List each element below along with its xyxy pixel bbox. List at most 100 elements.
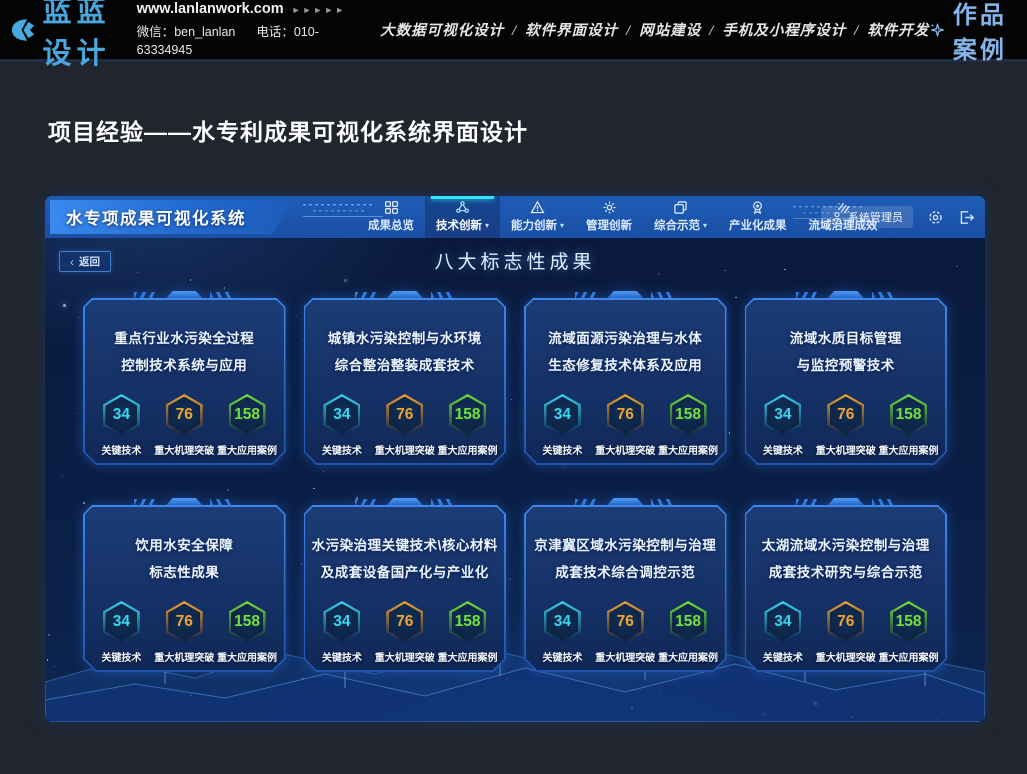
stat-value: 76 [396,406,413,424]
achievement-card[interactable]: 太湖流域水污染控制与治理成套技术研究与综合示范34关键技术76重大机理突破158… [745,505,948,672]
stat-value: 158 [234,406,260,424]
star-dot [190,279,192,281]
service-menu-item[interactable]: 软件界面设计 [525,23,618,39]
stat-label: 重大机理突破 [595,649,655,664]
page-title: 项目经验——水专利成果可视化系统界面设计 [48,113,528,147]
stat-badge: 158重大应用案例 [657,601,720,664]
stat-badge: 76 重大机理突破 [594,601,657,664]
card-title: 流域面源污染治理与水体生态修复技术体系及应用 [524,325,727,379]
stat-value: 158 [455,613,481,631]
stat-badge: 76重大机理突破 [153,394,216,457]
grid-icon [384,200,399,215]
back-label: 返回 [79,254,100,269]
hexagon-icon: 76 [607,601,644,643]
achievement-card[interactable]: 流域面源污染治理与水体生态修复技术体系及应用34关键技术76重大机理突破158重… [524,298,727,465]
stat-label: 重大应用案例 [879,649,939,664]
achievement-card[interactable]: 饮用水安全保障标志性成果34关键技术76重大机理突破158重大应用案例 [83,505,286,672]
service-menu-item[interactable]: 大数据可视化设计 [380,23,504,39]
logo-text: 蓝蓝设计 [42,0,114,72]
achievement-card[interactable]: 京津冀区域水污染控制与治理成套技术综合调控示范34关键技术76重大机理突破158… [524,505,727,672]
stat-badge: 158重大应用案例 [436,601,499,664]
service-separator: / [512,23,517,39]
nav-capability-innovation[interactable]: 能力创新▾ [500,196,575,238]
nav-comprehensive-demo[interactable]: 综合示范▾ [643,196,718,238]
badges-row: 34关键技术76重大机理突破158重大应用案例 [752,601,941,664]
stat-label: 关键技术 [101,649,141,664]
card-top-decoration [355,498,455,505]
section-title: 八大标志性成果 [45,247,985,274]
logo[interactable]: 蓝蓝设计 [12,0,115,72]
hexagon-icon: 76 [166,601,203,643]
dashboard: 水专项成果可视化系统 成果总览技术创新▾能力创新▾管理创新综合示范▾产业化成果流… [45,196,985,722]
chevron-left-icon: ‹ [70,255,74,269]
badges-row: 34关键技术76重大机理突破158重大应用案例 [752,394,941,457]
dashboard-header: 水专项成果可视化系统 成果总览技术创新▾能力创新▾管理创新综合示范▾产业化成果流… [45,196,985,238]
wechat-id: ben_lanlan [174,25,235,39]
hexagon-icon: 76 [386,601,423,643]
service-separator: / [854,23,859,39]
card-title: 饮用水安全保障标志性成果 [83,532,286,586]
stat-label: 重大机理突破 [816,649,876,664]
nav-overview[interactable]: 成果总览 [357,196,425,238]
stat-label: 重大应用案例 [217,649,277,664]
hexagon-icon: 76 [166,394,203,436]
nav-management-innovation[interactable]: 管理创新 [575,196,643,238]
stat-label: 重大机理突破 [154,649,214,664]
hexagon-icon: 158 [890,394,927,436]
stat-value: 158 [896,613,922,631]
page: 蓝蓝设计 www.lanlanwork.com►►►►► 微信：ben_lanl… [0,0,1027,774]
dashboard-nav: 成果总览技术创新▾能力创新▾管理创新综合示范▾产业化成果流域治理成效 [357,196,889,238]
stat-label: 关键技术 [542,442,582,457]
hexagon-icon: 76 [386,394,423,436]
stat-value: 34 [554,613,571,631]
stat-value: 34 [113,613,130,631]
stat-badge: 158重大应用案例 [216,394,279,457]
back-button[interactable]: ‹ 返回 [59,251,111,272]
portfolio-button[interactable]: 作品案例 [929,0,1009,65]
stat-badge: 34关键技术 [311,601,374,664]
stat-label: 关键技术 [542,649,582,664]
stat-badge: 34 关键技术 [90,601,153,664]
stat-value: 158 [896,406,922,424]
stat-label: 关键技术 [763,649,803,664]
stat-badge: 76重大机理突破 [814,601,877,664]
service-menu-item[interactable]: 软件开发 [867,23,929,39]
website-url[interactable]: www.lanlanwork.com [137,1,284,17]
hexagon-icon: 34 [103,601,140,643]
stat-badge: 76重大机理突破 [594,394,657,457]
settings-gear-icon[interactable] [927,209,944,226]
star-dot [63,304,66,307]
service-menu-item[interactable]: 手机及小程序设计 [722,23,846,39]
medal-icon [750,200,765,215]
stat-badge: 76 重大机理突破 [153,601,216,664]
achievement-card[interactable]: 流域水质目标管理与监控预警技术34关键技术76重大机理突破158重大应用案例 [745,298,948,465]
card-title: 太湖流域水污染控制与治理成套技术研究与综合示范 [745,532,948,586]
badges-row: 34关键技术76重大机理突破158重大应用案例 [311,394,500,457]
achievement-card[interactable]: 水污染治理关键技术\核心材料及成套设备国产化与产业化34关键技术76重大机理突破… [304,505,507,672]
badges-row: 34 关键技术 76 重大机理突破158重大应用案例 [531,601,720,664]
achievement-card[interactable]: 重点行业水污染全过程控制技术系统与应用34关键技术76重大机理突破158重大应用… [83,298,286,465]
hexagon-icon: 34 [544,601,581,643]
hexagon-icon: 34 [323,394,360,436]
current-user[interactable]: 系统管理员 [821,206,913,228]
services-menu: 大数据可视化设计/软件界面设计/网站建设/手机及小程序设计/软件开发 [380,19,929,40]
service-separator: / [626,23,631,39]
network-icon [455,200,470,215]
hexagon-icon: 158 [449,394,486,436]
nav-industrialization[interactable]: 产业化成果 [718,196,798,238]
achievement-cards-grid: 重点行业水污染全过程控制技术系统与应用34关键技术76重大机理突破158重大应用… [83,298,947,672]
badges-row: 34关键技术76重大机理突破158重大应用案例 [531,394,720,457]
site-topbar: 蓝蓝设计 www.lanlanwork.com►►►►► 微信：ben_lanl… [0,0,1027,62]
badges-row: 34关键技术76重大机理突破158重大应用案例 [90,601,279,664]
star-dot [61,476,63,478]
logout-icon[interactable] [958,209,975,226]
sparkle-star-icon [929,15,945,45]
nav-tech-innovation[interactable]: 技术创新▾ [425,196,500,238]
achievement-card[interactable]: 城镇水污染控制与水环境综合整治整装成套技术34关键技术76重大机理突破158重大… [304,298,507,465]
user-icon [831,211,843,223]
stat-label: 重大应用案例 [658,442,718,457]
chevron-down-icon: ▾ [560,221,564,230]
hexagon-icon: 34 [323,601,360,643]
stat-label: 重大机理突破 [375,442,435,457]
service-menu-item[interactable]: 网站建设 [639,23,701,39]
